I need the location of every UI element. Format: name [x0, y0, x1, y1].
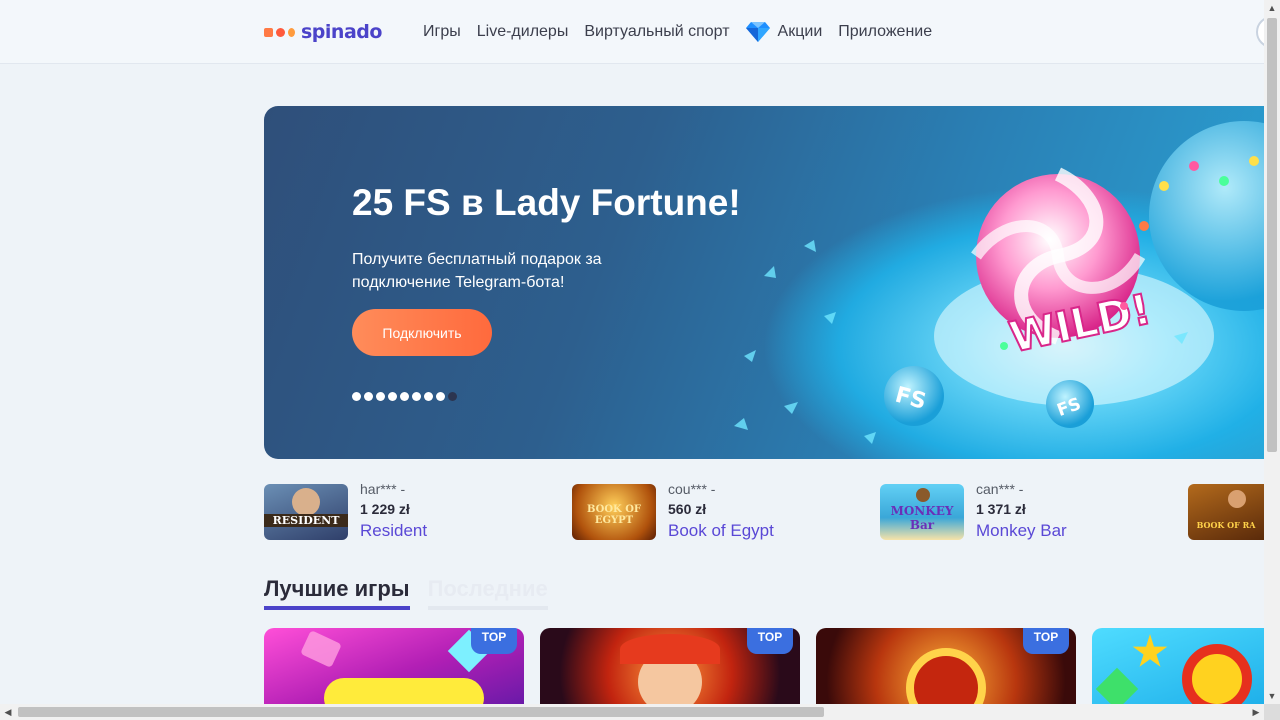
winner-username: cou*** -	[668, 481, 716, 497]
carousel-dot[interactable]	[364, 392, 373, 401]
winner-game-link[interactable]: Resident	[360, 520, 427, 542]
scrollbar-thumb[interactable]	[18, 707, 824, 717]
winner-username: can*** -	[976, 481, 1024, 497]
winner-username: har*** -	[360, 481, 406, 497]
top-badge: TOP	[471, 628, 517, 654]
scroll-right-icon[interactable]: ▶	[1248, 704, 1264, 720]
carousel-dot[interactable]	[388, 392, 397, 401]
top-header: spinado Игры Live-дилеры Виртуальный спо…	[0, 0, 1280, 64]
carousel-dot[interactable]	[436, 392, 445, 401]
carousel-dot-active[interactable]	[448, 392, 457, 401]
game-card[interactable]: TOP	[540, 628, 800, 704]
game-thumbnail[interactable]: RESIDENT	[264, 484, 348, 540]
carousel-dot[interactable]	[376, 392, 385, 401]
carousel-dot[interactable]	[400, 392, 409, 401]
game-tabs: Лучшие игры Последние	[264, 576, 566, 610]
game-card[interactable]	[1092, 628, 1264, 704]
winner-item: MONKEY Bar can*** - 1 371 zł Monkey Bar	[880, 481, 1067, 542]
recent-winners: RESIDENT har*** - 1 229 zł Resident BOOK…	[264, 481, 1264, 544]
logo-mark-icon	[264, 27, 295, 37]
scrollbar-thumb[interactable]	[1267, 18, 1277, 452]
winner-amount: 1 229 zł	[360, 501, 410, 517]
game-thumbnail[interactable]: BOOK OF EGYPT	[572, 484, 656, 540]
banner-title: 25 FS в Lady Fortune!	[352, 182, 741, 223]
nav-label: Приложение	[838, 23, 933, 40]
nav-item-promotions[interactable]: Акции	[745, 21, 823, 43]
thumb-title: MONKEY Bar	[890, 504, 954, 532]
winner-amount: 1 371 zł	[976, 501, 1026, 517]
banner-subtitle: Получите бесплатный подарок за подключен…	[352, 251, 602, 291]
nav-item-app[interactable]: Приложение	[838, 23, 932, 41]
scroll-up-icon[interactable]: ▲	[1264, 0, 1280, 16]
tab-best-games[interactable]: Лучшие игры	[264, 576, 410, 610]
promo-banner: WILD! FS FS 25 FS в Lady Fortune! Получи…	[264, 106, 1264, 459]
game-card[interactable]: TOP	[264, 628, 524, 704]
logo-text: spinado	[301, 21, 382, 43]
thumb-title: RESIDENT	[264, 514, 348, 527]
winner-info: har*** - 1 229 zł Resident	[360, 481, 427, 542]
nav-label: Игры	[423, 23, 461, 40]
carousel-dot[interactable]	[424, 392, 433, 401]
scrollbar-corner	[1264, 704, 1280, 720]
nav-item-live-dealers[interactable]: Live-дилеры	[477, 23, 569, 41]
thumb-title: BOOK OF RA	[1196, 520, 1256, 530]
spinado-logo[interactable]: spinado	[264, 20, 382, 44]
winner-info: can*** - 1 371 zł Monkey Bar	[976, 481, 1067, 542]
game-thumbnail[interactable]: BOOK OF RA	[1188, 484, 1264, 540]
nav-label: Виртуальный спорт	[584, 23, 730, 40]
nav-item-virtual-sport[interactable]: Виртуальный спорт	[584, 23, 729, 41]
vertical-scrollbar[interactable]: ▲ ▼	[1264, 0, 1280, 704]
carousel-dot[interactable]	[352, 392, 361, 401]
carousel-dots	[352, 392, 457, 401]
scroll-left-icon[interactable]: ◀	[0, 704, 16, 720]
winner-item: BOOK OF RA	[1188, 484, 1276, 540]
winner-amount: 560 zł	[668, 501, 707, 517]
nav-label: Акции	[777, 23, 823, 40]
winner-item: BOOK OF EGYPT cou*** - 560 zł Book of Eg…	[572, 481, 774, 542]
winner-game-link[interactable]: Book of Egypt	[668, 520, 774, 542]
connect-button[interactable]: Подключить	[352, 309, 492, 356]
game-card[interactable]: TOP	[816, 628, 1076, 704]
top-badge: TOP	[1023, 628, 1069, 654]
main-nav: Игры Live-дилеры Виртуальный спорт Акции…	[423, 0, 948, 64]
diamond-icon	[745, 22, 770, 42]
game-thumbnail[interactable]: MONKEY Bar	[880, 484, 964, 540]
thumb-title: BOOK OF EGYPT	[586, 504, 642, 526]
winner-info: cou*** - 560 zł Book of Egypt	[668, 481, 774, 542]
scroll-down-icon[interactable]: ▼	[1264, 688, 1280, 704]
horizontal-scrollbar[interactable]: ◀ ▶	[0, 704, 1264, 720]
nav-label: Live-дилеры	[476, 23, 569, 40]
top-badge: TOP	[747, 628, 793, 654]
tab-recent[interactable]: Последние	[427, 576, 548, 610]
nav-item-games[interactable]: Игры	[423, 23, 461, 41]
carousel-dot[interactable]	[412, 392, 421, 401]
winner-game-link[interactable]: Monkey Bar	[976, 520, 1067, 542]
winner-item: RESIDENT har*** - 1 229 zł Resident	[264, 481, 427, 542]
